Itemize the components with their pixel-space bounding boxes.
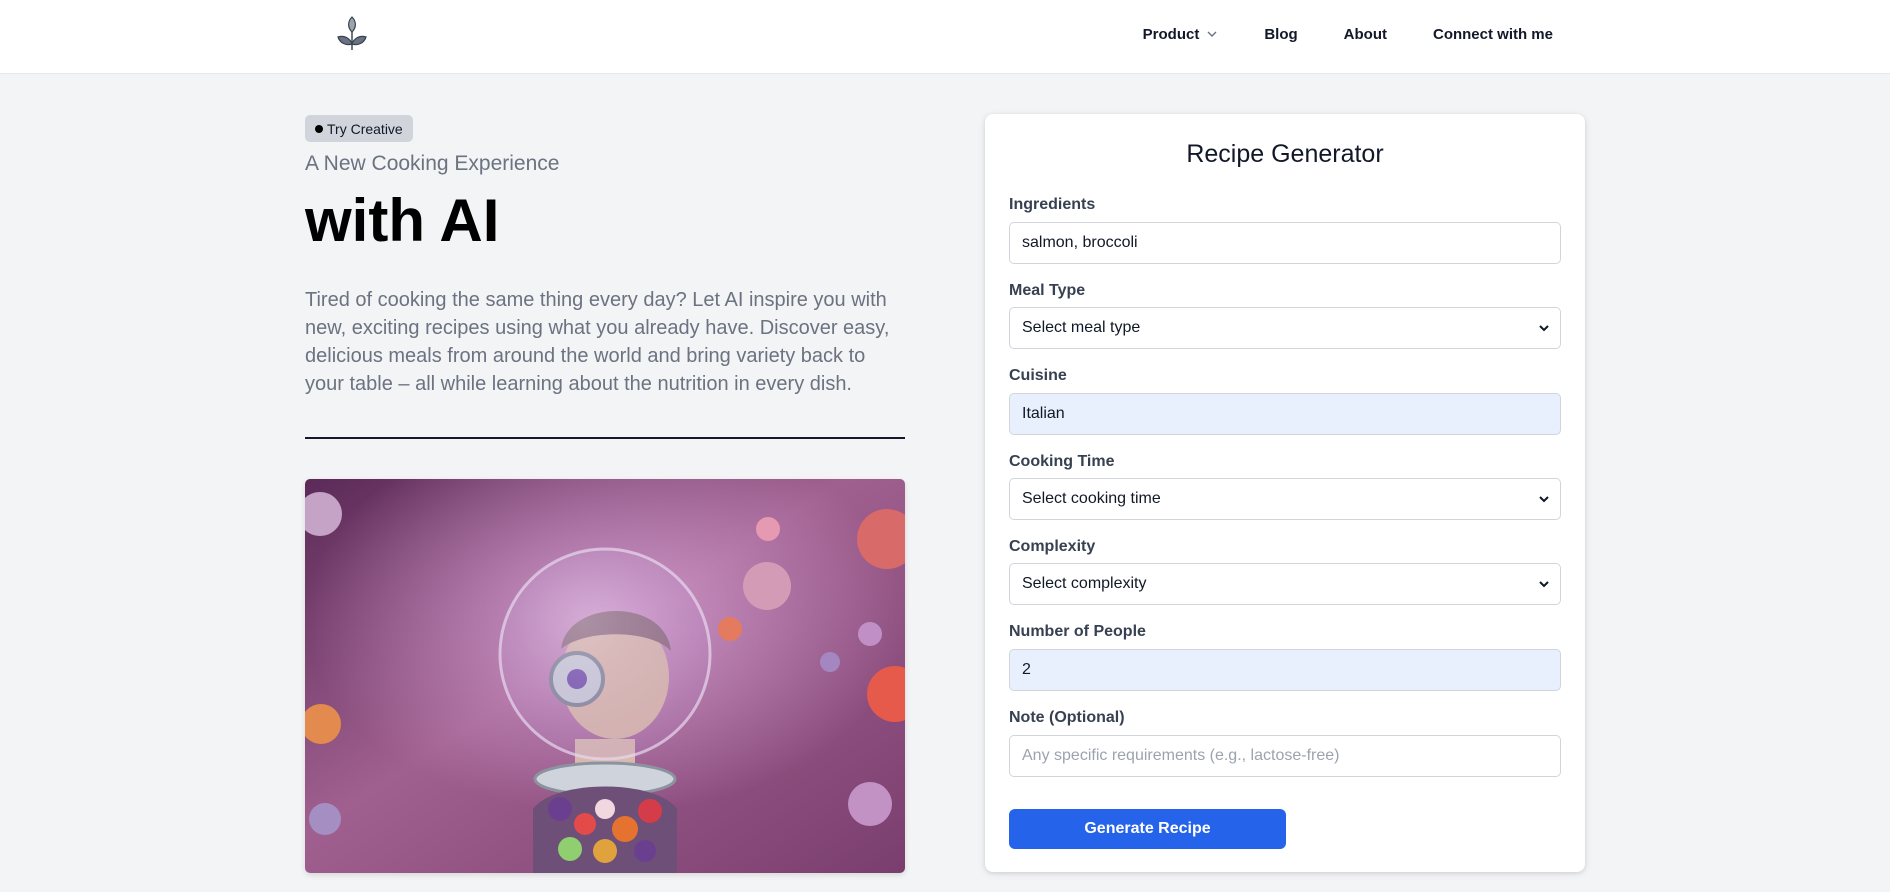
top-navbar: Product Blog About Connect with me — [0, 0, 1890, 74]
cuisine-label: Cuisine — [1009, 367, 1067, 384]
sprout-leaf-icon[interactable] — [336, 16, 368, 52]
hero-subtitle: A New Cooking Experience — [305, 152, 560, 175]
nav-links: Product Blog About Connect with me — [1120, 0, 1553, 68]
note-input[interactable] — [1022, 747, 1548, 765]
chevron-down-icon — [1207, 31, 1217, 37]
badge-dot-icon — [315, 124, 323, 133]
nav-connect[interactable]: Connect with me — [1410, 0, 1553, 68]
meal-type-label: Meal Type — [1009, 282, 1086, 299]
note-label: Note (Optional) — [1009, 709, 1125, 726]
cooking-time-label: Cooking Time — [1009, 453, 1115, 470]
hero-headline: with AI — [305, 187, 500, 254]
nav-about[interactable]: About — [1321, 0, 1410, 68]
hero-divider — [305, 437, 905, 439]
cuisine-input[interactable]: Italian — [1009, 393, 1561, 435]
recipe-generator-card: Recipe Generator Ingredients salmon, bro… — [985, 114, 1585, 872]
card-title: Recipe Generator — [1186, 140, 1384, 168]
ingredients-input[interactable]: salmon, broccoli — [1009, 222, 1561, 264]
cuisine-value: Italian — [1022, 405, 1065, 422]
hero-description: Tired of cooking the same thing every da… — [305, 289, 890, 395]
chevron-down-icon — [1539, 581, 1549, 588]
cooking-time-value: Select cooking time — [1022, 490, 1161, 507]
complexity-label: Complexity — [1009, 538, 1096, 555]
meal-type-value: Select meal type — [1022, 319, 1141, 336]
ingredients-label: Ingredients — [1009, 196, 1096, 213]
nav-blog-label: Blog — [1264, 25, 1298, 43]
nav-blog[interactable]: Blog — [1241, 0, 1320, 68]
people-value: 2 — [1022, 661, 1031, 678]
people-label: Number of People — [1009, 623, 1146, 640]
try-creative-badge: Try Creative — [305, 115, 413, 142]
generate-recipe-button[interactable]: Generate Recipe — [1009, 809, 1286, 849]
chevron-down-icon — [1539, 325, 1549, 332]
ingredients-value: salmon, broccoli — [1022, 234, 1138, 251]
hero-image — [305, 479, 905, 873]
nav-product-label: Product — [1142, 25, 1200, 43]
nav-product[interactable]: Product — [1120, 0, 1242, 68]
badge-label: Try Creative — [327, 120, 403, 137]
complexity-select[interactable]: Select complexity — [1009, 563, 1561, 605]
people-input[interactable]: 2 — [1009, 649, 1561, 691]
note-field[interactable] — [1009, 735, 1561, 777]
nav-about-label: About — [1343, 25, 1387, 43]
chevron-down-icon — [1539, 496, 1549, 503]
cooking-time-select[interactable]: Select cooking time — [1009, 478, 1561, 520]
nav-connect-label: Connect with me — [1432, 25, 1553, 43]
meal-type-select[interactable]: Select meal type — [1009, 307, 1561, 349]
complexity-value: Select complexity — [1022, 575, 1147, 592]
